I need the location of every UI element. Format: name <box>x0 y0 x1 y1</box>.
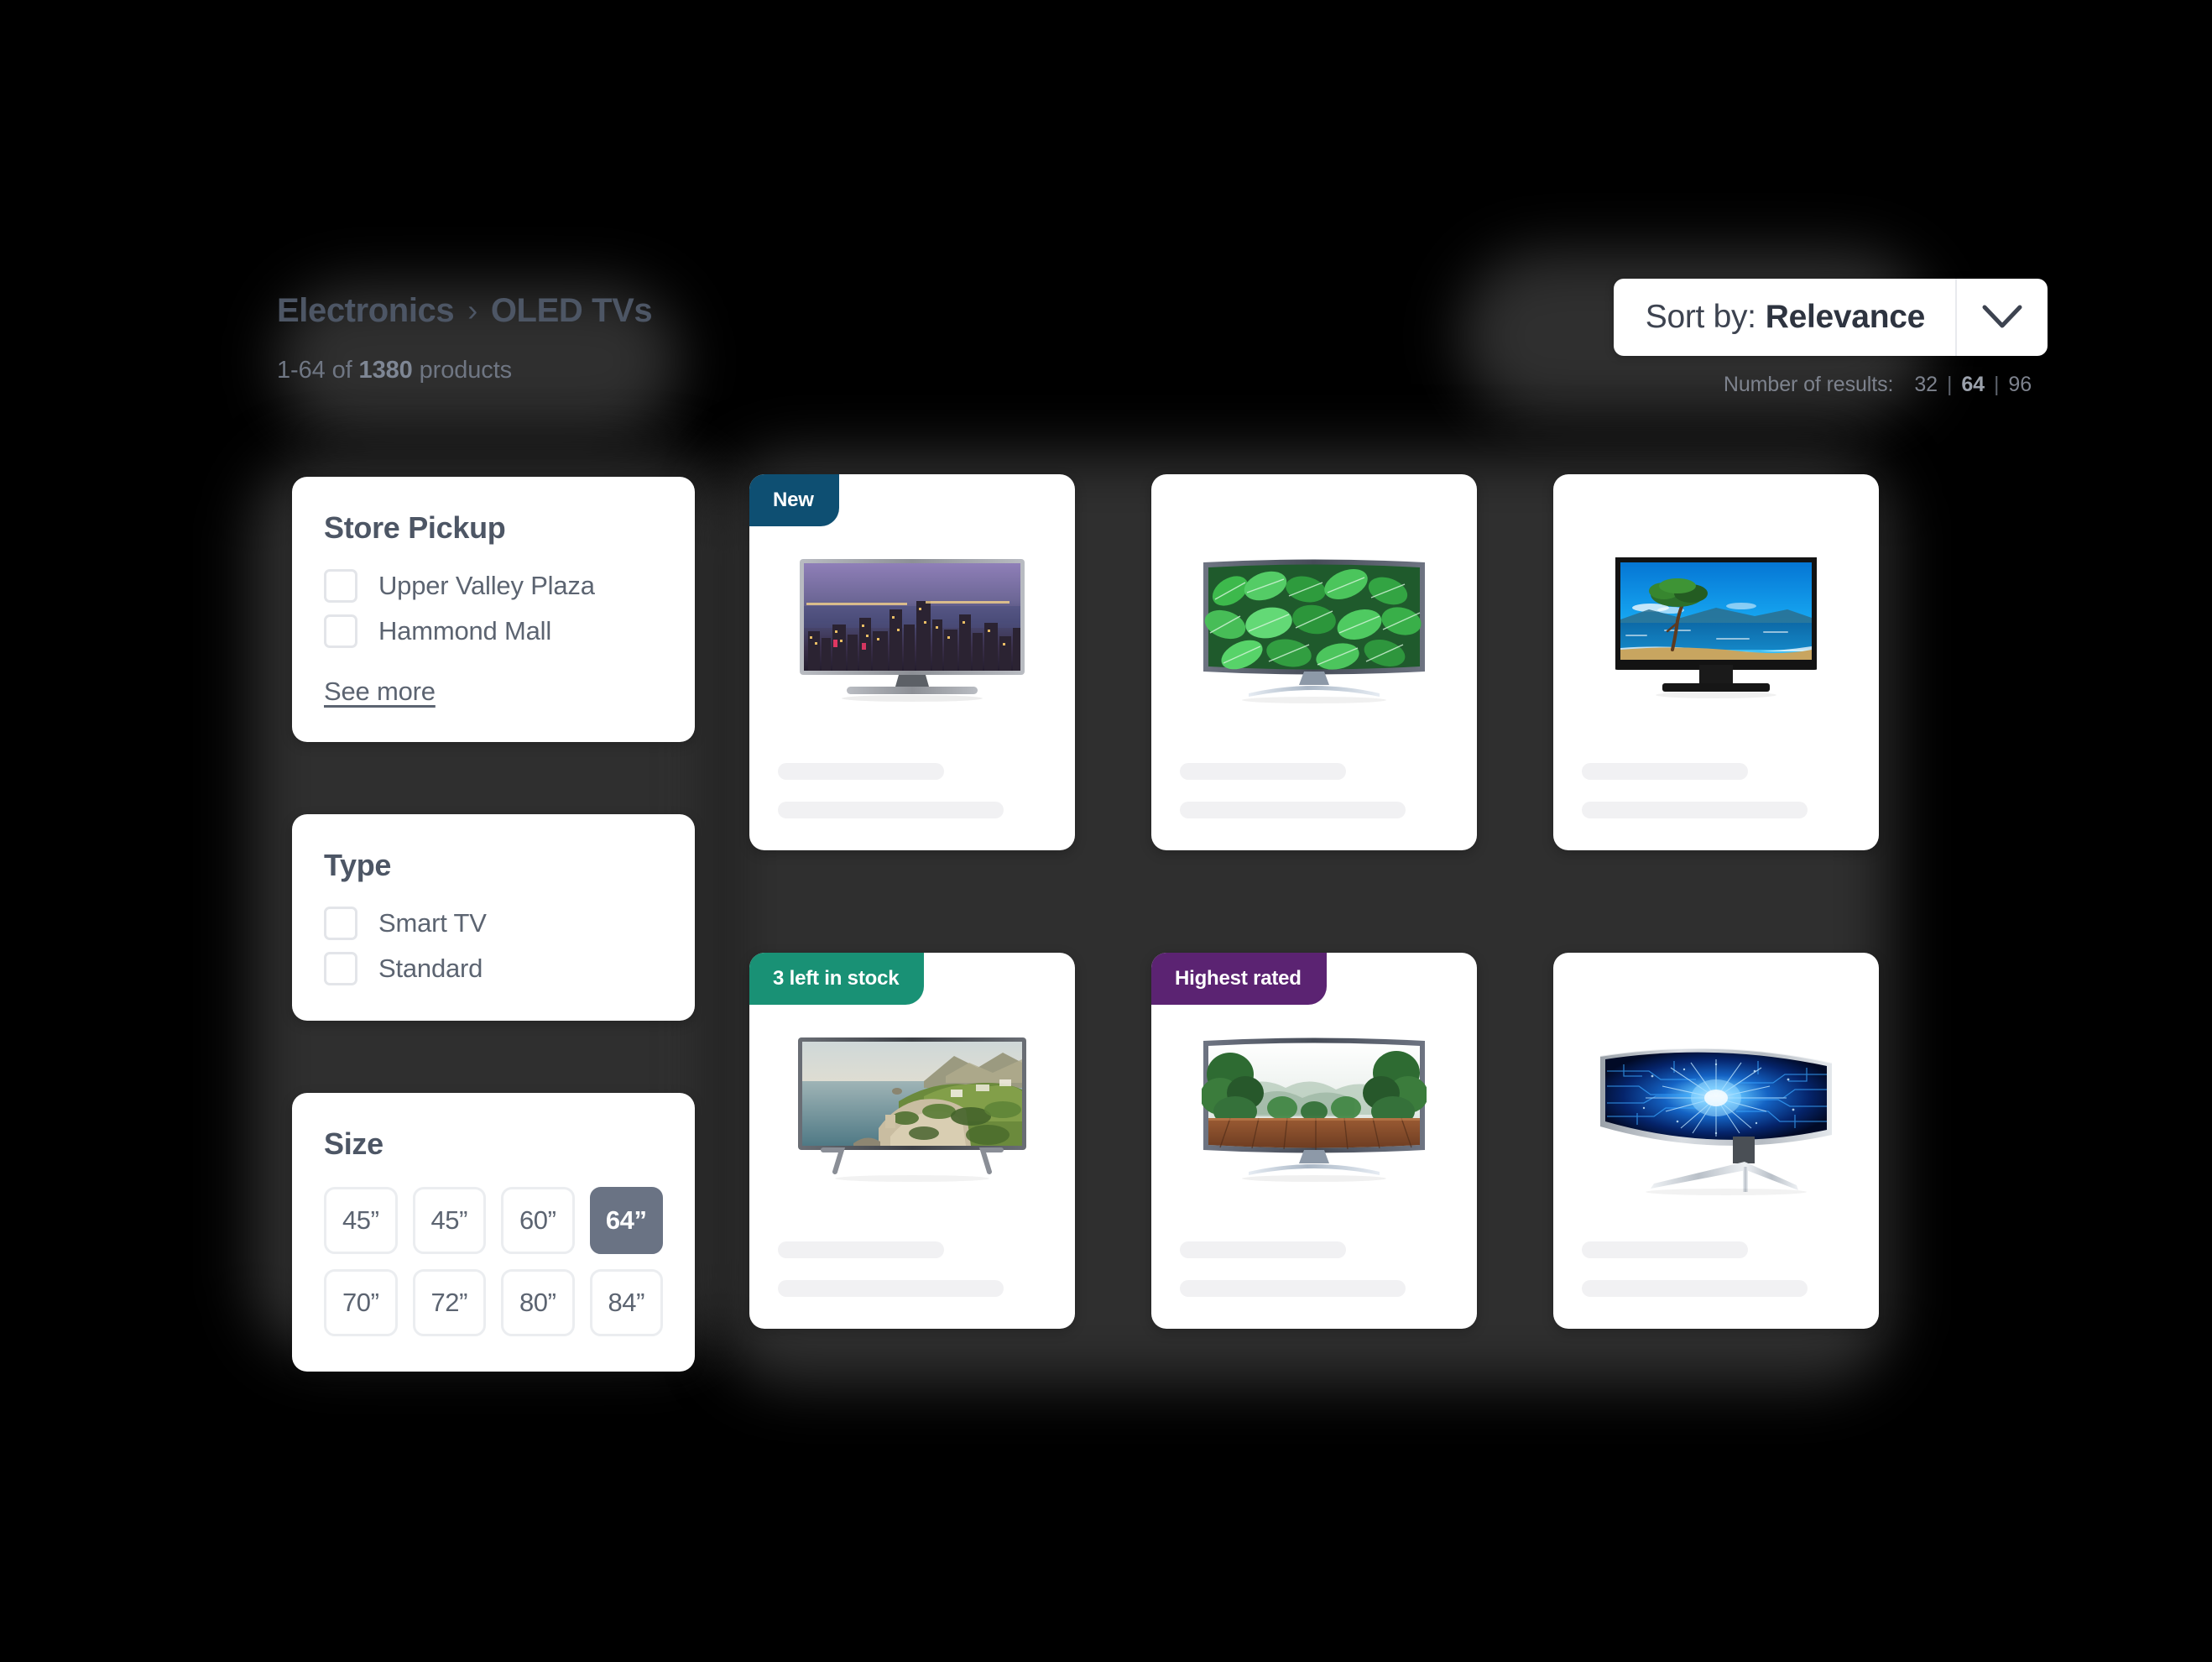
product-card[interactable]: Highest rated <box>1151 953 1477 1329</box>
size-chip-2[interactable]: 60” <box>501 1187 575 1254</box>
skeleton-line <box>1582 802 1808 818</box>
product-image-flat-tv-lone-tree-beach <box>1553 474 1879 763</box>
breadcrumb: Electronics › OLED TVs <box>277 292 653 330</box>
filter-option-hammond-mall[interactable]: Hammond Mall <box>324 614 663 648</box>
product-text-skeletons <box>1553 1241 1879 1329</box>
filter-option-upper-valley-plaza[interactable]: Upper Valley Plaza <box>324 569 663 603</box>
skeleton-line <box>1180 1280 1406 1297</box>
filter-card-size: Size 45” 45” 60” 64” 70” 72” 80” 84” <box>292 1093 695 1372</box>
checkbox-icon[interactable] <box>324 952 357 985</box>
sort-by-label: Sort by: <box>1645 299 1756 335</box>
breadcrumb-current[interactable]: OLED TVs <box>491 292 653 330</box>
skeleton-line <box>1180 1241 1347 1258</box>
sort-by-display: Sort by: Relevance <box>1614 279 1955 356</box>
results-count: 1380 <box>358 357 413 384</box>
skeleton-line <box>1180 763 1347 780</box>
filter-option-standard[interactable]: Standard <box>324 952 663 985</box>
results-summary: 1-64 of 1380 products <box>277 357 652 384</box>
skeleton-line <box>1582 1241 1749 1258</box>
filter-sidebar: Store Pickup Upper Valley Plaza Hammond … <box>292 477 695 1372</box>
filter-option-smart-tv[interactable]: Smart TV <box>324 907 663 940</box>
results-suffix: products <box>412 357 513 384</box>
filter-card-store-pickup: Store Pickup Upper Valley Plaza Hammond … <box>292 477 695 742</box>
product-card[interactable] <box>1151 474 1477 850</box>
product-card[interactable] <box>1553 953 1879 1329</box>
product-badge-new: New <box>749 474 839 526</box>
filter-option-label: Smart TV <box>378 908 487 938</box>
results-range: 1-64 of <box>277 357 359 384</box>
skeleton-line <box>778 802 1004 818</box>
skeleton-line <box>778 1241 945 1258</box>
sort-by-value: Relevance <box>1765 299 1926 335</box>
breadcrumb-root[interactable]: Electronics <box>277 292 455 330</box>
checkbox-icon[interactable] <box>324 569 357 603</box>
product-text-skeletons <box>1553 763 1879 850</box>
size-chip-6[interactable]: 80” <box>501 1269 575 1336</box>
checkbox-icon[interactable] <box>324 614 357 648</box>
checkbox-icon[interactable] <box>324 907 357 940</box>
product-text-skeletons <box>749 1241 1075 1329</box>
filter-title-store-pickup: Store Pickup <box>324 510 506 545</box>
filter-option-label: Standard <box>378 954 483 983</box>
product-grid: New 3 left in stock Highest rated <box>749 474 1879 1329</box>
size-chip-5[interactable]: 72” <box>412 1269 486 1336</box>
breadcrumb-block: Electronics › OLED TVs 1-64 of 1380 prod… <box>277 292 653 384</box>
filter-card-type: Type Smart TV Standard <box>292 814 695 1021</box>
results-option-64[interactable]: 64 <box>1952 373 1994 397</box>
filter-option-label: Upper Valley Plaza <box>378 571 595 600</box>
product-text-skeletons <box>749 763 1075 850</box>
size-chip-1[interactable]: 45” <box>412 1187 486 1254</box>
product-badge-highest-rated: Highest rated <box>1151 953 1327 1005</box>
product-badge-stock: 3 left in stock <box>749 953 925 1005</box>
chevron-down-icon[interactable] <box>1957 279 2048 356</box>
size-chip-3-selected[interactable]: 64” <box>589 1187 663 1254</box>
product-image-curved-tv-green-tropical-leaves <box>1151 474 1477 763</box>
product-card[interactable]: New <box>749 474 1075 850</box>
size-chip-0[interactable]: 45” <box>324 1187 398 1254</box>
results-option-32[interactable]: 32 <box>1905 373 1947 397</box>
skeleton-line <box>778 1280 1004 1297</box>
product-text-skeletons <box>1151 1241 1477 1329</box>
product-text-skeletons <box>1151 763 1477 850</box>
skeleton-line <box>1582 1280 1808 1297</box>
size-chip-4[interactable]: 70” <box>324 1269 398 1336</box>
skeleton-line <box>1582 763 1749 780</box>
product-card[interactable]: 3 left in stock <box>749 953 1075 1329</box>
skeleton-line <box>778 763 945 780</box>
number-of-results-label: Number of results: <box>1723 373 1894 396</box>
filter-title-type: Type <box>324 848 392 882</box>
size-chip-grid: 45” 45” 60” 64” 70” 72” 80” 84” <box>324 1187 663 1336</box>
product-card[interactable] <box>1553 474 1879 850</box>
chevron-right-icon: › <box>467 292 477 327</box>
filter-title-size: Size <box>324 1126 383 1161</box>
product-image-ultrawide-curved-monitor-blue-circuit <box>1553 953 1879 1241</box>
page-root: Electronics › OLED TVs 1-64 of 1380 prod… <box>0 0 2212 1662</box>
number-of-results: Number of results: 32 | 64 | 96 <box>1724 373 2041 397</box>
filter-option-label: Hammond Mall <box>378 616 552 645</box>
see-more-link[interactable]: See more <box>324 677 436 707</box>
results-option-96[interactable]: 96 <box>1999 373 2041 397</box>
skeleton-line <box>1180 802 1406 818</box>
size-chip-7[interactable]: 84” <box>589 1269 663 1336</box>
sort-block: Sort by: Relevance Number of results: 32… <box>1613 279 2048 397</box>
sort-by-select[interactable]: Sort by: Relevance <box>1613 279 2048 356</box>
